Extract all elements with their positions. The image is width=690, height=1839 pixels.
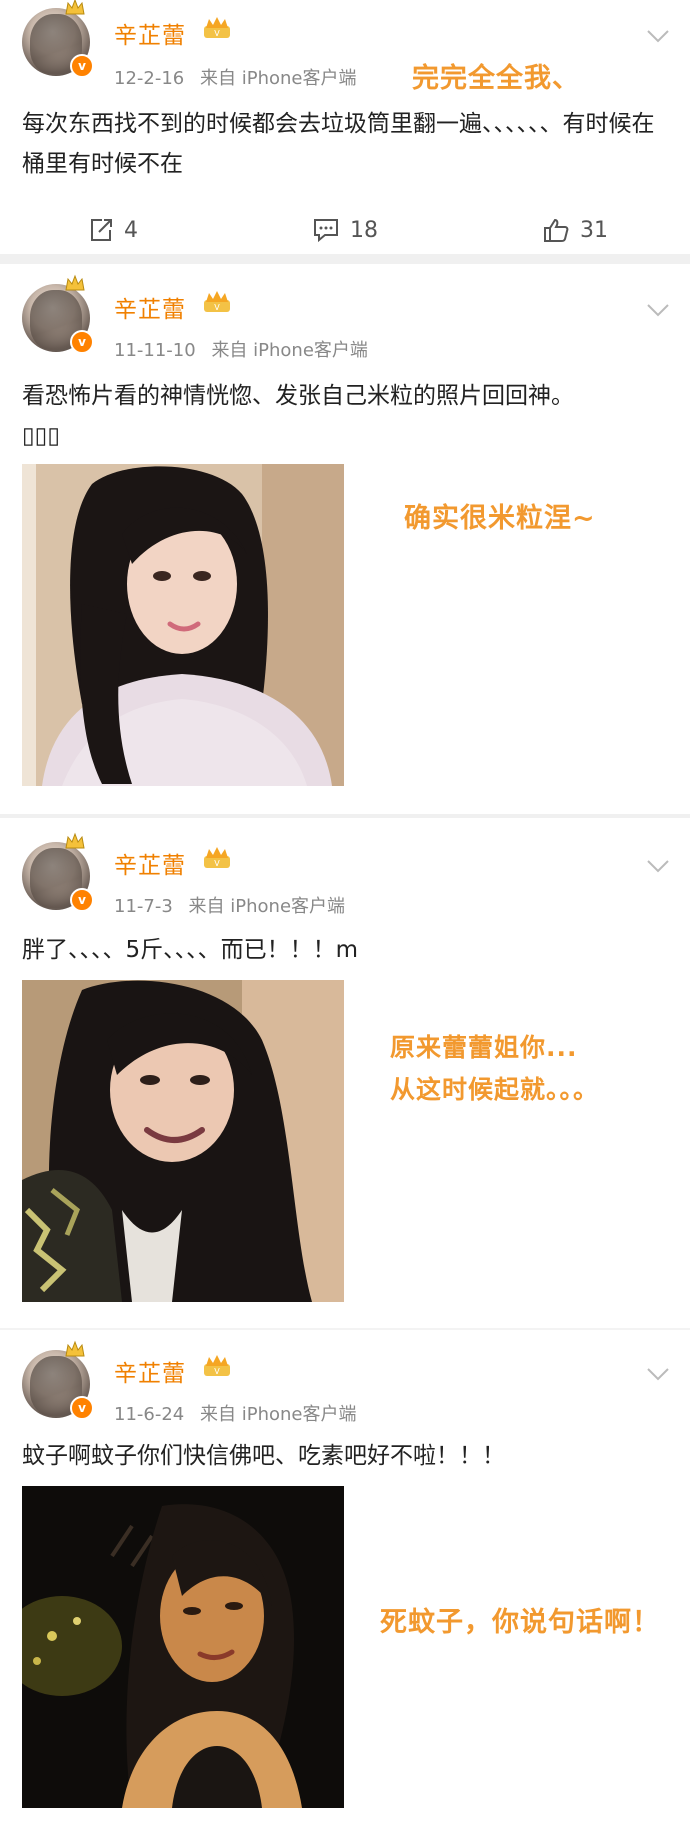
vip-crown-icon[interactable]: V: [200, 16, 234, 42]
comment-button[interactable]: 18: [312, 205, 378, 255]
author-name[interactable]: 辛芷蕾: [114, 1354, 186, 1388]
post-separator: [0, 254, 690, 264]
chevron-down-icon[interactable]: [646, 1366, 670, 1382]
post-source[interactable]: 来自 iPhone客户端: [200, 1404, 356, 1425]
verified-badge-icon: v: [70, 1396, 94, 1420]
repost-icon: [91, 219, 112, 241]
post-text: 胖了、、、、5斤、、、、而已！！！m: [22, 937, 359, 963]
post-meta: 12-2-16 来自 iPhone客户端: [114, 64, 356, 90]
crown-icon: [65, 274, 85, 291]
svg-text:V: V: [214, 1367, 220, 1376]
crown-icon: [65, 0, 85, 15]
comment-icon: [314, 219, 338, 243]
post-meta: 11-6-24 来自 iPhone客户端: [114, 1400, 356, 1426]
photo-portrait-white-fluffy-top-icon: [22, 464, 344, 786]
post-source[interactable]: 来自 iPhone客户端: [211, 340, 367, 361]
comment-count: 18: [350, 217, 378, 243]
vip-crown-icon[interactable]: V: [200, 290, 234, 316]
verified-badge-icon: v: [70, 54, 94, 78]
like-count: 31: [580, 217, 608, 243]
chevron-down-icon[interactable]: [646, 28, 670, 44]
repost-button[interactable]: 4: [88, 205, 138, 255]
chevron-down-icon[interactable]: [646, 858, 670, 874]
verified-badge-icon: v: [70, 330, 94, 354]
annotation-overlay: 死蚊子，你说句话啊！: [380, 1607, 660, 1638]
weibo-post-4: v 辛芷蕾 V 11-6-24 来自 iPhone客户端 蚊子啊蚊子你们快信佛吧…: [0, 1330, 690, 1839]
annotation-overlay: 完完全全我、: [412, 63, 580, 94]
photo-portrait-smiling-dark-hair-icon: [22, 980, 344, 1302]
weibo-post-3: v 辛芷蕾 V 11-7-3 来自 iPhone客户端 胖了、、、、5斤、、、、…: [0, 818, 690, 1328]
chevron-down-icon[interactable]: [646, 302, 670, 318]
post-image[interactable]: [22, 1486, 344, 1808]
post-image[interactable]: [22, 980, 344, 1302]
weibo-post-1: v 辛芷蕾 V 12-2-16 来自 iPhone客户端 完完全全我、 每次东西…: [0, 0, 690, 243]
verified-badge-icon: v: [70, 888, 94, 912]
thumbs-up-icon: [544, 218, 569, 242]
post-source[interactable]: 来自 iPhone客户端: [200, 68, 356, 89]
repost-count: 4: [124, 217, 138, 243]
svg-text:V: V: [214, 29, 220, 38]
author-name[interactable]: 辛芷蕾: [114, 290, 186, 324]
annotation-line-1: 原来蕾蕾姐你...: [390, 1033, 578, 1062]
emoji-placeholder: ▯▯▯: [22, 423, 60, 449]
svg-text:V: V: [214, 859, 220, 868]
post-date: 11-7-3: [114, 896, 173, 917]
post-meta: 11-7-3 来自 iPhone客户端: [114, 892, 345, 918]
post-text: 蚊子啊蚊子你们快信佛吧、吃素吧好不啦！！！: [22, 1443, 505, 1469]
like-button[interactable]: 31: [542, 205, 608, 255]
vip-crown-icon[interactable]: V: [200, 1354, 234, 1380]
post-meta: 11-11-10 来自 iPhone客户端: [114, 336, 368, 362]
svg-text:V: V: [214, 303, 220, 312]
vip-crown-icon[interactable]: V: [200, 846, 234, 872]
crown-icon: [65, 1340, 85, 1357]
weibo-post-2: v 辛芷蕾 V 11-11-10 来自 iPhone客户端 看恐怖片看的神情恍惚…: [0, 264, 690, 814]
post-date: 12-2-16: [114, 68, 185, 89]
annotation-line-2: 从这时候起就。。。: [390, 1075, 600, 1104]
annotation-overlay: 确实很米粒涅~: [404, 503, 596, 534]
post-date: 11-6-24: [114, 1404, 185, 1425]
post-text: 看恐怖片看的神情恍惚、发张自己米粒的照片回回神。: [22, 383, 574, 409]
post-source[interactable]: 来自 iPhone客户端: [189, 896, 345, 917]
post-image[interactable]: [22, 464, 344, 786]
author-name[interactable]: 辛芷蕾: [114, 846, 186, 880]
post-text: 每次东西找不到的时候都会去垃圾筒里翻一遍、、、、、、有时候在桶里有时候不在: [22, 111, 655, 177]
post-date: 11-11-10: [114, 340, 196, 361]
crown-icon: [65, 832, 85, 849]
post-actions: 4 18 31: [0, 205, 690, 255]
photo-night-portrait-icon: [22, 1486, 344, 1808]
author-name[interactable]: 辛芷蕾: [114, 16, 186, 50]
